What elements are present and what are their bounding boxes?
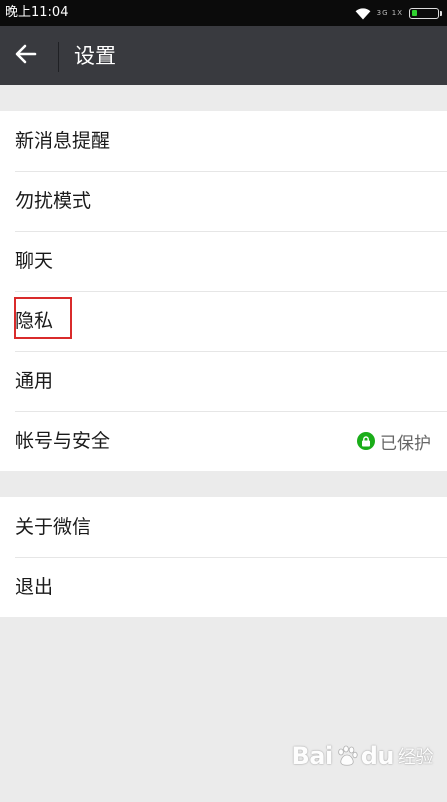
settings-item-new-message-alerts[interactable]: 新消息提醒 [0,111,447,171]
settings-item-label: 关于微信 [15,516,92,538]
page-title: 设置 [74,44,116,68]
lock-icon [357,432,375,450]
baidu-jingyan-watermark: Bai du 经验 [291,742,434,770]
arrow-left-icon [15,44,37,68]
settings-item-label: 新消息提醒 [15,130,111,152]
settings-item-privacy[interactable]: 隐私 [0,291,447,351]
settings-group-main: 新消息提醒 勿扰模式 聊天 隐私 通用 帐号与安全 已保护 [0,111,447,471]
battery-icon [409,7,442,19]
network-type: 3G 1X [376,8,403,17]
settings-item-general[interactable]: 通用 [0,351,447,411]
highlight-annotation-box [14,297,72,339]
status-bar: 晚上11:04 3G 1X [0,0,447,26]
wifi-icon [355,7,371,20]
watermark-brand: Bai [291,742,334,770]
paw-logo-icon [335,744,359,768]
settings-item-label: 勿扰模式 [15,190,92,212]
account-protection-status: 已保护 [357,429,431,454]
watermark-sub: 经验 [398,747,434,768]
app-bar-divider [58,42,59,72]
settings-item-do-not-disturb[interactable]: 勿扰模式 [0,171,447,231]
watermark-brand-tail: du [360,742,395,770]
settings-group-secondary: 关于微信 退出 [0,497,447,617]
protection-status-text: 已保护 [380,433,431,454]
status-time: 晚上11:04 [5,5,69,20]
settings-item-chats[interactable]: 聊天 [0,231,447,291]
settings-item-label: 退出 [15,576,54,598]
settings-item-logout[interactable]: 退出 [0,557,447,617]
status-icons: 3G 1X [355,5,442,21]
back-button[interactable] [10,40,42,72]
settings-item-label: 帐号与安全 [15,430,111,452]
settings-item-label: 聊天 [15,250,54,272]
battery-level [412,10,417,16]
settings-item-about-wechat[interactable]: 关于微信 [0,497,447,557]
app-bar: 设置 [0,26,447,85]
settings-item-account-security[interactable]: 帐号与安全 已保护 [0,411,447,471]
settings-item-label: 通用 [15,370,54,392]
